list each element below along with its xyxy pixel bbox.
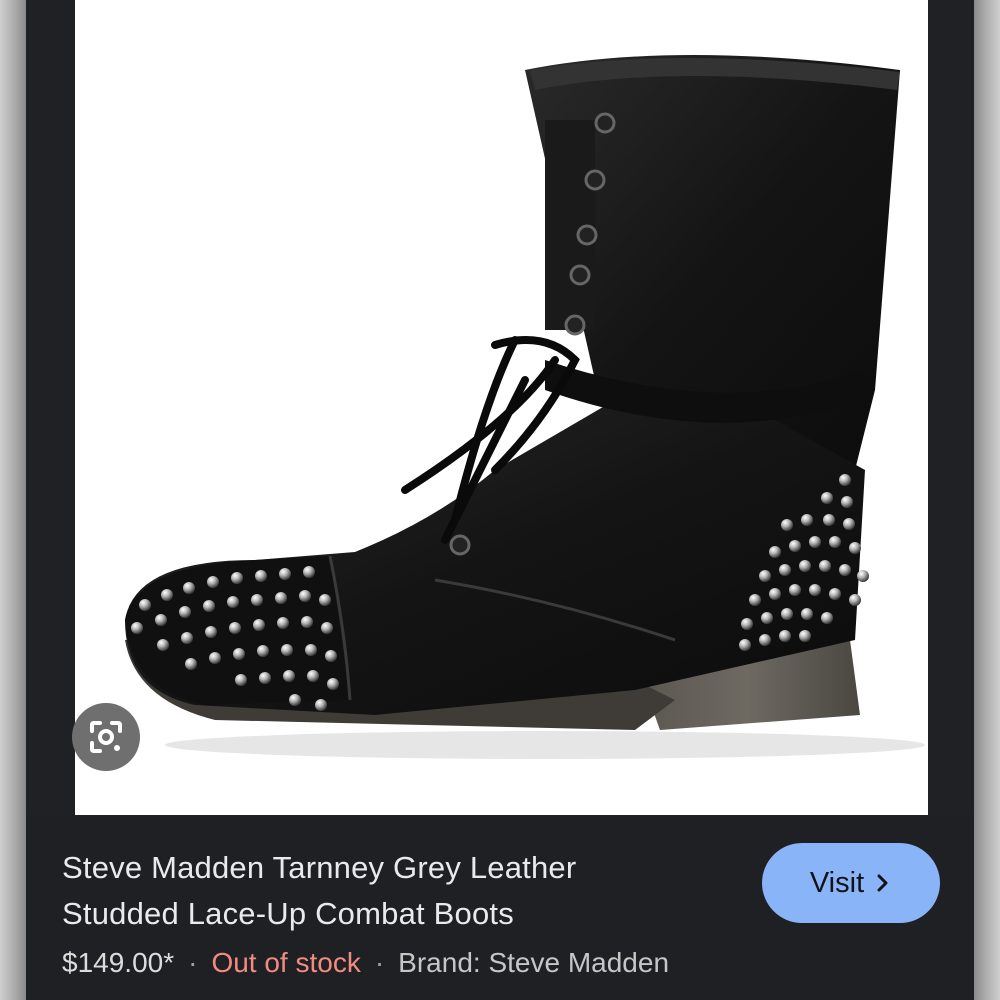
product-title-line-1: Steve Madden Tarnney Grey Leather <box>62 850 577 885</box>
boot-illustration <box>125 55 925 759</box>
result-info-panel: Steve Madden Tarnney Grey Leather Studde… <box>26 815 974 1000</box>
separator-dot: · <box>188 947 198 978</box>
visit-button-label: Visit <box>809 866 865 899</box>
right-edge-bezel <box>974 0 1000 1000</box>
google-lens-icon <box>90 721 122 753</box>
price: $149.00* <box>62 947 175 978</box>
separator-dot: · <box>374 947 385 978</box>
product-title[interactable]: Steve Madden Tarnney Grey Leather Studde… <box>62 845 702 937</box>
left-edge-bezel <box>0 0 26 1000</box>
chevron-right-icon <box>877 874 888 892</box>
stock-status: Out of stock <box>211 947 361 978</box>
brand: Brand: Steve Madden <box>398 947 670 978</box>
google-lens-button[interactable] <box>72 703 140 771</box>
visit-button[interactable]: Visit <box>762 843 940 923</box>
product-title-line-2: Studded Lace-Up Combat Boots <box>62 896 514 931</box>
product-meta: $149.00* · Out of stock · Brand: Steve M… <box>62 943 669 983</box>
product-image[interactable] <box>75 0 928 815</box>
